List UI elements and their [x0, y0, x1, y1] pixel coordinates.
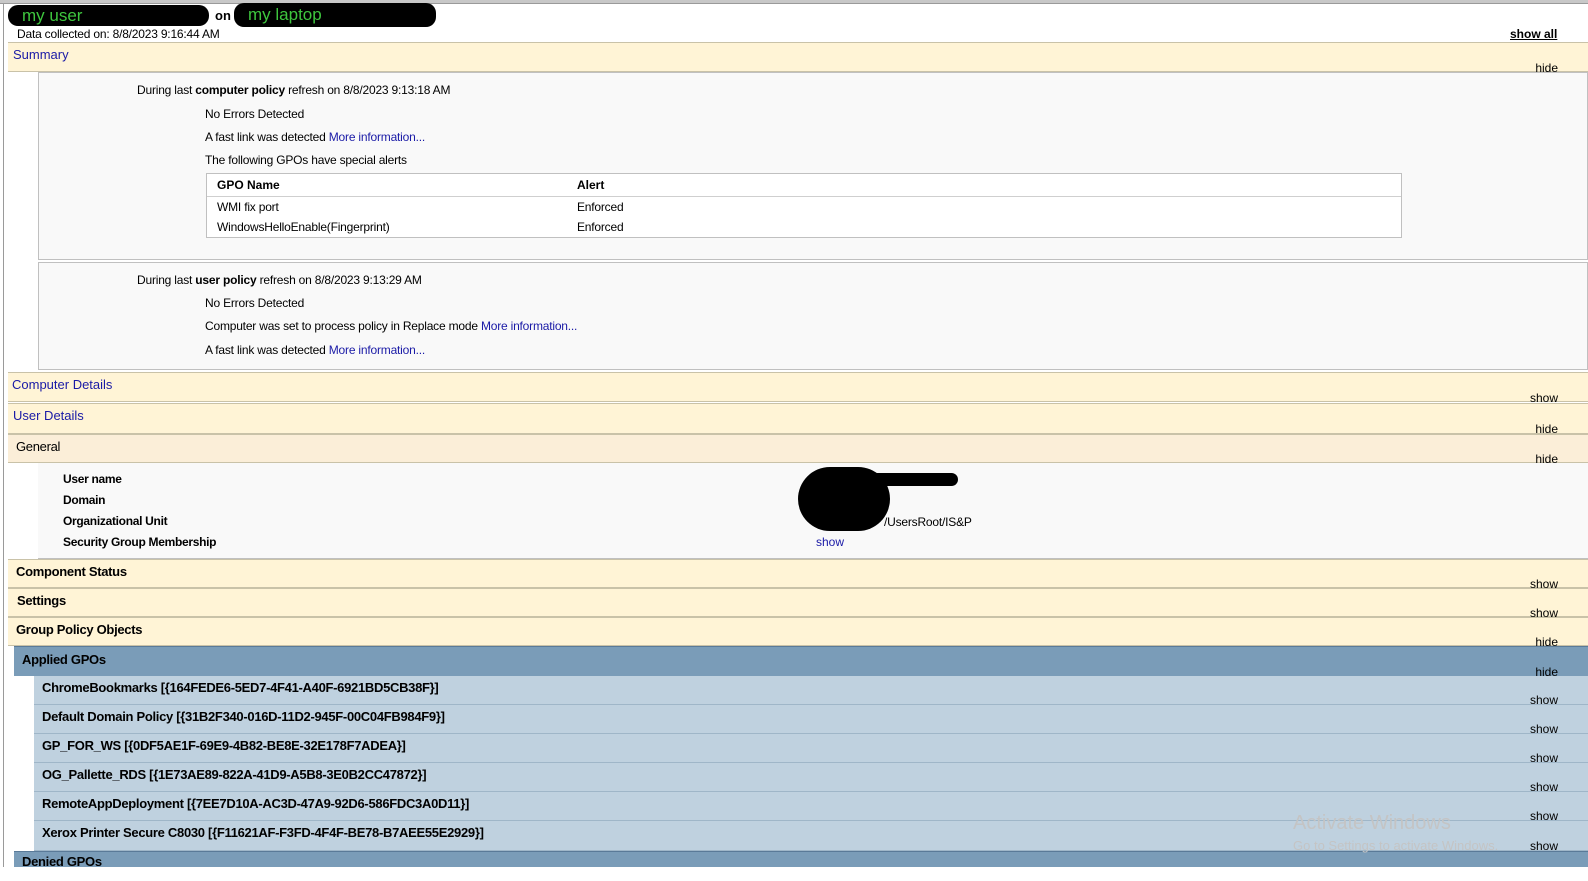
organizational-unit-value: /UsersRoot/IS&P	[884, 515, 972, 529]
gpo-name-cell: WindowsHelloEnable(Fingerprint)	[217, 220, 390, 234]
component-status-title[interactable]: Component Status	[16, 564, 127, 579]
applied-gpo-row[interactable]: ChromeBookmarks [{164FEDE6-5ED7-4F41-A40…	[34, 676, 1588, 707]
applied-gpos-title[interactable]: Applied GPOs	[22, 652, 106, 667]
computer-details-title[interactable]: Computer Details	[12, 377, 112, 392]
user-policy-kind: user policy	[195, 273, 257, 287]
security-group-show-link[interactable]: show	[816, 535, 844, 549]
user-policy-suffix: refresh on 8/8/2023 9:13:29 AM	[256, 273, 422, 287]
alert-cell: Enforced	[577, 220, 624, 234]
computer-policy-suffix: refresh on 8/8/2023 9:13:18 AM	[284, 83, 451, 97]
gpo-title[interactable]: Group Policy Objects	[16, 622, 143, 637]
computer-name-text: my laptop	[248, 5, 322, 24]
applied-gpo-row[interactable]: OG_Pallette_RDS [{1E73AE89-822A-41D9-A5B…	[34, 763, 1588, 794]
alert-cell: Enforced	[577, 200, 624, 214]
activate-windows-subtext: Go to Settings to activate Windows.	[1293, 838, 1499, 853]
settings-title[interactable]: Settings	[17, 593, 66, 608]
user-policy-prefix: During last	[137, 273, 196, 287]
user-no-errors: No Errors Detected	[205, 296, 305, 310]
special-alerts-table: GPO Name Alert WMI fix port Enforced Win…	[207, 174, 1401, 237]
activate-windows-watermark: Activate Windows	[1293, 812, 1451, 834]
left-border	[3, 4, 4, 870]
computer-fastlink-line: A fast link was detected More informatio…	[205, 130, 425, 144]
applied-gpo-name[interactable]: OG_Pallette_RDS [{1E73AE89-822A-41D9-A5B…	[42, 767, 427, 782]
gpo-name-column-header: GPO Name	[207, 174, 567, 197]
denied-gpos-title[interactable]: Denied GPOs	[22, 854, 102, 867]
gpo-name-cell: WMI fix port	[217, 200, 279, 214]
computer-policy-prefix: During last	[137, 83, 196, 97]
user-fastlink-more-info-link[interactable]: More information...	[329, 343, 425, 357]
organizational-unit-label: Organizational Unit	[63, 514, 168, 528]
user-name-badge: my user	[8, 5, 209, 26]
applied-gpo-row[interactable]: GP_FOR_WS [{0DF5AE1F-69E9-4B82-BE8E-32E1…	[34, 734, 1588, 765]
table-row: WMI fix port Enforced	[207, 197, 1401, 218]
general-section-header[interactable]: General hide	[8, 434, 1588, 466]
summary-title[interactable]: Summary	[13, 47, 69, 62]
on-label: on	[215, 8, 231, 23]
replace-mode-more-info-link[interactable]: More information...	[481, 319, 577, 333]
computer-fastlink-text: A fast link was detected	[205, 130, 329, 144]
gpo-section-header[interactable]: Group Policy Objects hide	[8, 617, 1588, 649]
bottom-white-strip	[0, 867, 1588, 881]
general-title[interactable]: General	[16, 439, 60, 454]
user-name-text: my user	[22, 6, 83, 25]
replace-mode-text: Computer was set to process policy in Re…	[205, 319, 481, 333]
computer-policy-line: During last computer policy refresh on 8…	[137, 83, 450, 97]
special-alerts-intro: The following GPOs have special alerts	[205, 153, 407, 167]
table-header-row: GPO Name Alert	[207, 174, 1401, 197]
replace-mode-line: Computer was set to process policy in Re…	[205, 319, 577, 333]
summary-section-header[interactable]: Summary hide	[8, 42, 1588, 75]
special-alerts-table-box: GPO Name Alert WMI fix port Enforced Win…	[206, 173, 1402, 238]
computer-policy-kind: computer policy	[195, 83, 285, 97]
applied-gpo-name[interactable]: ChromeBookmarks [{164FEDE6-5ED7-4F41-A40…	[42, 680, 439, 695]
show-all-link[interactable]: show all	[1510, 27, 1557, 41]
data-collected-text: Data collected on: 8/8/2023 9:16:44 AM	[17, 27, 220, 41]
user-policy-panel: During last user policy refresh on 8/8/2…	[38, 262, 1588, 370]
general-panel: User name Domain Organizational Unit /Us…	[38, 463, 1588, 559]
user-details-title[interactable]: User Details	[13, 408, 84, 423]
alert-column-header: Alert	[567, 174, 1401, 197]
component-status-section-header[interactable]: Component Status show	[8, 559, 1588, 591]
user-details-section-header[interactable]: User Details hide	[8, 403, 1588, 436]
user-fastlink-line: A fast link was detected More informatio…	[205, 343, 425, 357]
applied-gpo-name[interactable]: RemoteAppDeployment [{7EE7D10A-AC3D-47A9…	[42, 796, 469, 811]
domain-label: Domain	[63, 493, 106, 507]
computer-no-errors: No Errors Detected	[205, 107, 305, 121]
denied-gpos-section-header[interactable]: Denied GPOs	[14, 851, 1588, 867]
user-fastlink-text: A fast link was detected	[205, 343, 329, 357]
security-group-label: Security Group Membership	[63, 535, 217, 549]
computer-details-section-header[interactable]: Computer Details show	[8, 372, 1588, 405]
settings-section-header[interactable]: Settings show	[8, 588, 1588, 620]
applied-gpos-section-header[interactable]: Applied GPOs hide	[14, 646, 1588, 679]
computer-policy-panel: During last computer policy refresh on 8…	[38, 72, 1588, 260]
applied-gpo-name[interactable]: GP_FOR_WS [{0DF5AE1F-69E9-4B82-BE8E-32E1…	[42, 738, 406, 753]
user-policy-line: During last user policy refresh on 8/8/2…	[137, 273, 422, 287]
redaction-bar	[858, 473, 958, 486]
computer-fastlink-more-info-link[interactable]: More information...	[329, 130, 425, 144]
applied-gpo-name[interactable]: Default Domain Policy [{31B2F340-016D-11…	[42, 709, 445, 724]
table-row: WindowsHelloEnable(Fingerprint) Enforced	[207, 217, 1401, 237]
user-name-label: User name	[63, 472, 122, 486]
applied-gpo-name[interactable]: Xerox Printer Secure C8030 [{F11621AF-F3…	[42, 825, 484, 840]
computer-name-badge: my laptop	[234, 3, 436, 27]
applied-gpo-row[interactable]: Default Domain Policy [{31B2F340-016D-11…	[34, 705, 1588, 736]
